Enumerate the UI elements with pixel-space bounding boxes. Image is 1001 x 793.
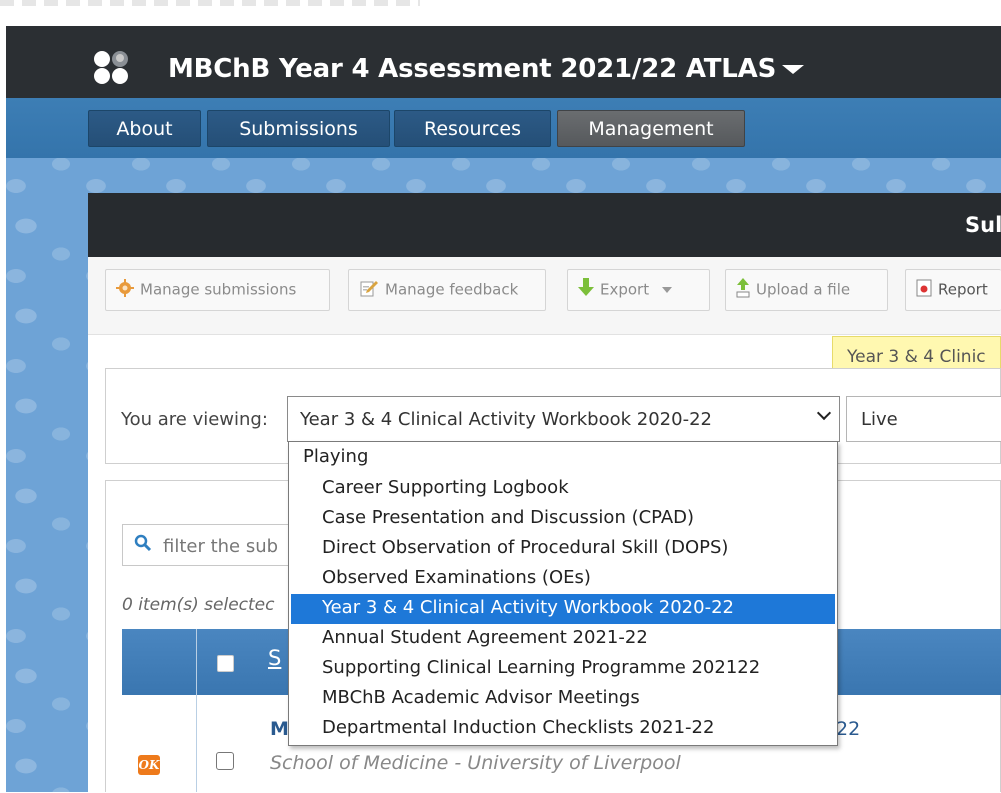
faded-breadcrumb [0, 0, 420, 6]
app-header: MBChB Year 4 Assessment 2021/22 ATLAS [6, 26, 1001, 98]
upload-file-button[interactable]: Upload a file [725, 269, 888, 311]
ok-status-icon: OK [138, 755, 160, 775]
toolbar: Manage submissions Manage feedback Expor… [88, 257, 1001, 335]
dropdown-caret-icon [661, 287, 672, 293]
dropdown-option[interactable]: Career Supporting Logbook [291, 474, 835, 504]
search-icon [134, 534, 152, 552]
app-title[interactable]: MBChB Year 4 Assessment 2021/22 ATLAS [168, 54, 805, 84]
browser-top-strip [0, 0, 1001, 26]
chevron-down-icon [816, 405, 832, 421]
export-label: Export [600, 280, 650, 299]
dropdown-option[interactable]: Annual Student Agreement 2021-22 [291, 624, 835, 654]
tab-management[interactable]: Management [557, 110, 745, 147]
manage-submissions-label: Manage submissions [140, 280, 297, 299]
status-select[interactable]: Live [846, 396, 1001, 442]
report-label: Report [938, 280, 988, 299]
tab-submissions[interactable]: Submissions [207, 110, 390, 147]
app-title-text: MBChB Year 4 Assessment 2021/22 ATLAS [168, 54, 777, 84]
dropdown-option[interactable]: Direct Observation of Procedural Skill (… [291, 534, 835, 564]
download-arrow-icon [578, 278, 594, 302]
viewing-label: You are viewing: [121, 409, 268, 430]
column-header-sort[interactable]: S [268, 646, 281, 670]
row-title[interactable]: M [270, 718, 289, 740]
card-header: Sul [88, 193, 1001, 257]
dropdown-option[interactable]: Observed Examinations (OEs) [291, 564, 835, 594]
tab-resources[interactable]: Resources [394, 110, 551, 147]
row-subtitle: School of Medicine - University of Liver… [270, 752, 681, 774]
filter-placeholder: filter the sub [163, 536, 279, 557]
gear-icon [116, 279, 134, 301]
report-button[interactable]: Report [905, 269, 1001, 311]
upload-file-label: Upload a file [756, 280, 851, 299]
selection-count: 0 item(s) selectec [122, 595, 275, 615]
status-select-value: Live [861, 409, 898, 430]
manage-feedback-label: Manage feedback [385, 280, 519, 299]
feedback-edit-icon [359, 278, 379, 302]
upload-icon [736, 278, 750, 302]
row-checkbox[interactable] [216, 752, 234, 770]
dropdown-option[interactable]: MBChB Academic Advisor Meetings [291, 684, 835, 714]
dropdown-option[interactable]: Departmental Induction Checklists 2021-2… [291, 714, 835, 744]
column-divider [196, 629, 197, 792]
dropdown-group-label: Playing [303, 446, 369, 467]
tab-about[interactable]: About [88, 110, 201, 147]
app-logo-icon [94, 51, 134, 87]
caret-down-icon [782, 65, 805, 74]
assessment-select[interactable]: Year 3 & 4 Clinical Activity Workbook 20… [287, 396, 840, 442]
dropdown-option[interactable]: Supporting Clinical Learning Programme 2… [291, 654, 835, 684]
manage-feedback-button[interactable]: Manage feedback [348, 269, 546, 311]
dropdown-option-selected[interactable]: Year 3 & 4 Clinical Activity Workbook 20… [291, 594, 835, 624]
row-title-end[interactable]: 22 [836, 718, 860, 740]
dropdown-option[interactable]: Case Presentation and Discussion (CPAD) [291, 504, 835, 534]
manage-submissions-button[interactable]: Manage submissions [105, 269, 330, 311]
report-icon [916, 279, 932, 301]
main-nav: About Submissions Resources Management [6, 98, 1001, 158]
export-button[interactable]: Export [567, 269, 710, 311]
select-all-checkbox[interactable] [217, 655, 234, 672]
card-title: Sul [965, 213, 1001, 237]
assessment-select-value: Year 3 & 4 Clinical Activity Workbook 20… [300, 409, 712, 430]
assessment-dropdown-list: Playing Career Supporting Logbook Case P… [288, 441, 838, 746]
